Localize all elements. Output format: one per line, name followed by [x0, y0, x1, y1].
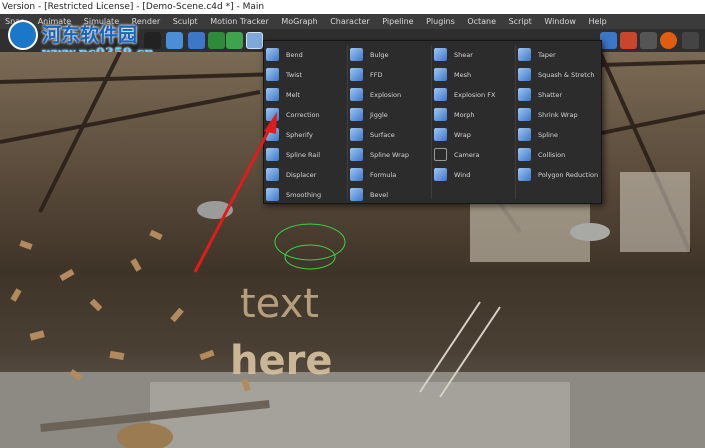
shrink-wrap-icon: [518, 108, 531, 121]
menu-script[interactable]: Script: [504, 14, 537, 29]
menu-item-spherify[interactable]: Spherify: [264, 125, 346, 145]
spline-icon: [518, 128, 531, 141]
menu-item-bend[interactable]: Bend: [264, 45, 346, 65]
explosion-fx-icon: [434, 88, 447, 101]
watermark-logo-icon: [8, 20, 38, 50]
menu-column-3: Shear Mesh Explosion FX Morph Wrap Camer…: [432, 45, 514, 185]
bend-icon: [266, 48, 279, 61]
menu-character[interactable]: Character: [325, 14, 375, 29]
shear-icon: [434, 48, 447, 61]
window-title-bar: Version - [Restricted License] - [Demo-S…: [0, 0, 705, 14]
spline-rail-icon: [266, 148, 279, 161]
menu-column-2: Bulge FFD Explosion Jiggle Surface Splin…: [348, 45, 430, 205]
menu-item-explosion-fx[interactable]: Explosion FX: [432, 85, 514, 105]
menu-item-shrink-wrap[interactable]: Shrink Wrap: [516, 105, 598, 125]
menu-item-jiggle[interactable]: Jiggle: [348, 105, 430, 125]
twist-icon: [266, 68, 279, 81]
menu-help[interactable]: Help: [583, 14, 611, 29]
formula-icon: [350, 168, 363, 181]
displacer-icon: [266, 168, 279, 181]
deformer-menu: Bend Twist Melt Correction Spherify Spli…: [263, 40, 602, 204]
menu-window[interactable]: Window: [539, 14, 581, 29]
menu-item-camera[interactable]: Camera: [432, 145, 514, 165]
menu-item-ffd[interactable]: FFD: [348, 65, 430, 85]
deformer-icon[interactable]: [246, 32, 263, 49]
subdivision-icon[interactable]: [208, 32, 225, 49]
bevel-icon: [350, 188, 363, 201]
menu-item-mesh[interactable]: Mesh: [432, 65, 514, 85]
menu-item-displacer[interactable]: Displacer: [264, 165, 346, 185]
collision-icon: [518, 148, 531, 161]
menu-item-shear[interactable]: Shear: [432, 45, 514, 65]
spline-wrap-icon: [350, 148, 363, 161]
menu-item-explosion[interactable]: Explosion: [348, 85, 430, 105]
melt-icon: [266, 88, 279, 101]
scene-text-line1: text: [240, 281, 319, 327]
menu-item-bulge[interactable]: Bulge: [348, 45, 430, 65]
menu-item-formula[interactable]: Formula: [348, 165, 430, 185]
polygon-reduction-icon: [518, 168, 531, 181]
watermark-title: 河东软件园: [42, 24, 138, 46]
menu-item-correction[interactable]: Correction: [264, 105, 346, 125]
camera-icon: [434, 148, 447, 161]
surface-icon: [350, 128, 363, 141]
scene-text-line2: here: [230, 338, 332, 384]
menu-item-squash-stretch[interactable]: Squash & Stretch: [516, 65, 598, 85]
mesh-icon: [434, 68, 447, 81]
menu-item-bevel[interactable]: Bevel: [348, 185, 430, 205]
menu-item-smoothing[interactable]: Smoothing: [264, 185, 346, 205]
ffd-icon: [350, 68, 363, 81]
layer-icon[interactable]: [620, 32, 637, 49]
menu-item-spline[interactable]: Spline: [516, 125, 598, 145]
correction-icon: [266, 108, 279, 121]
menu-item-wrap[interactable]: Wrap: [432, 125, 514, 145]
menu-item-spline-wrap[interactable]: Spline Wrap: [348, 145, 430, 165]
menu-motion-tracker[interactable]: Motion Tracker: [205, 14, 274, 29]
squash-stretch-icon: [518, 68, 531, 81]
explosion-icon: [350, 88, 363, 101]
settings-icon[interactable]: [682, 32, 699, 49]
search-icon[interactable]: [600, 32, 617, 49]
menu-pipeline[interactable]: Pipeline: [377, 14, 418, 29]
menu-mograph[interactable]: MoGraph: [276, 14, 322, 29]
window-title: Version - [Restricted License] - [Demo-S…: [2, 2, 265, 12]
spherify-icon: [266, 128, 279, 141]
snap-icon[interactable]: [640, 32, 657, 49]
menu-item-surface[interactable]: Surface: [348, 125, 430, 145]
menu-column-1: Bend Twist Melt Correction Spherify Spli…: [264, 45, 346, 205]
jiggle-icon: [350, 108, 363, 121]
menu-octane[interactable]: Octane: [462, 14, 501, 29]
menu-item-collision[interactable]: Collision: [516, 145, 598, 165]
menu-column-4: Taper Squash & Stretch Shatter Shrink Wr…: [516, 45, 598, 185]
morph-icon: [434, 108, 447, 121]
pen-icon[interactable]: [188, 32, 205, 49]
smoothing-icon: [266, 188, 279, 201]
menu-item-polygon-reduction[interactable]: Polygon Reduction: [516, 165, 598, 185]
menu-item-shatter[interactable]: Shatter: [516, 85, 598, 105]
menu-item-melt[interactable]: Melt: [264, 85, 346, 105]
cube-icon[interactable]: [166, 32, 183, 49]
menu-item-twist[interactable]: Twist: [264, 65, 346, 85]
menu-item-spline-rail[interactable]: Spline Rail: [264, 145, 346, 165]
generator-icon[interactable]: [226, 32, 243, 49]
shatter-icon: [518, 88, 531, 101]
menu-plugins[interactable]: Plugins: [421, 14, 460, 29]
wind-icon: [434, 168, 447, 181]
taper-icon: [518, 48, 531, 61]
octane-icon[interactable]: [660, 32, 677, 49]
menu-item-morph[interactable]: Morph: [432, 105, 514, 125]
bulge-icon: [350, 48, 363, 61]
wrap-icon: [434, 128, 447, 141]
menu-sculpt[interactable]: Sculpt: [168, 14, 203, 29]
menu-item-wind[interactable]: Wind: [432, 165, 514, 185]
menu-item-taper[interactable]: Taper: [516, 45, 598, 65]
